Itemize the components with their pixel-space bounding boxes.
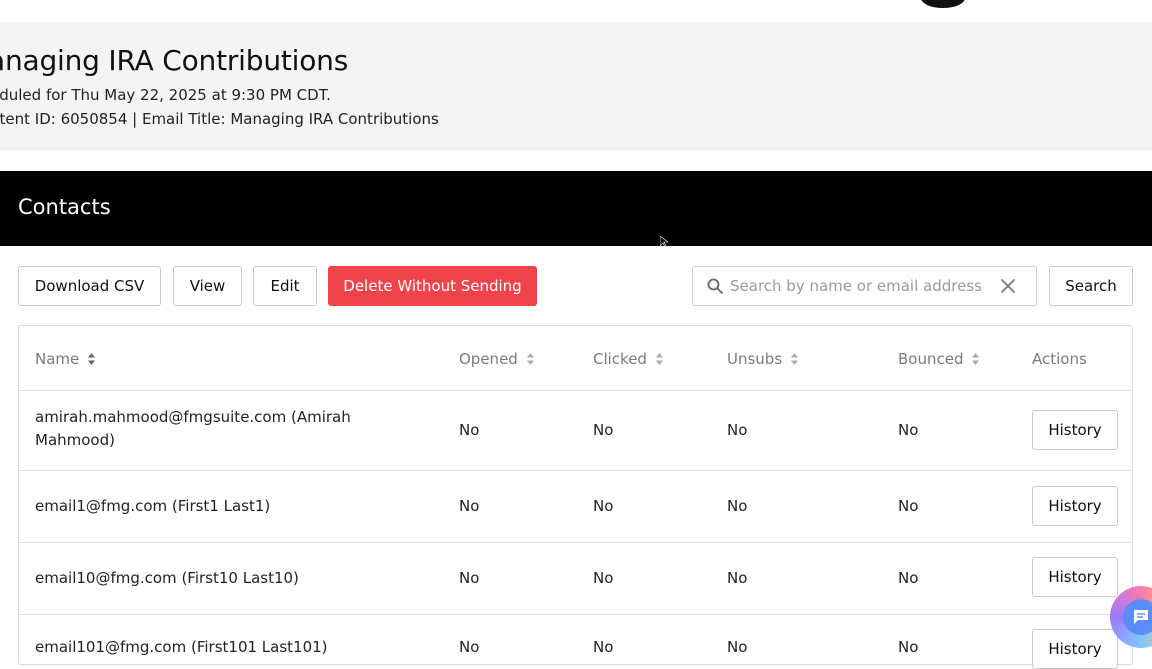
delete-without-sending-button[interactable]: Delete Without Sending — [328, 266, 537, 306]
row-divider — [19, 542, 1132, 543]
column-label: Opened — [459, 350, 518, 368]
row-divider — [19, 390, 1132, 391]
contacts-section-header — [0, 171, 1152, 246]
content-info-text: ntent ID: 6050854 | Email Title: Managin… — [0, 110, 439, 128]
table-row-unsubs: No — [727, 421, 748, 439]
column-header-name[interactable]: Name — [35, 350, 96, 368]
contacts-table: Name Opened Clicked Unsubs Bounced Actio… — [18, 325, 1133, 669]
column-label: Bounced — [898, 350, 964, 368]
table-row-name: email10@fmg.com (First10 Last10) — [35, 569, 299, 587]
table-row-bounced: No — [898, 569, 919, 587]
column-label: Actions — [1032, 350, 1087, 368]
history-button[interactable]: History — [1032, 486, 1118, 526]
column-label: Clicked — [593, 350, 647, 368]
table-row-opened: No — [459, 569, 480, 587]
table-row-bounced: No — [898, 638, 919, 656]
search-icon — [707, 278, 723, 294]
search-placeholder: Search by name or email address — [730, 277, 982, 295]
table-row-name: email1@fmg.com (First1 Last1) — [35, 497, 271, 515]
table-row-bounced: No — [898, 421, 919, 439]
table-row-clicked: No — [593, 497, 614, 515]
view-button[interactable]: View — [173, 266, 242, 306]
edit-button[interactable]: Edit — [253, 266, 317, 306]
contacts-title: Contacts — [18, 195, 111, 219]
column-label: Unsubs — [727, 350, 783, 368]
mouse-cursor-icon — [660, 236, 668, 248]
chat-icon — [1123, 599, 1152, 635]
sort-icon — [526, 353, 534, 365]
sort-icon — [791, 353, 799, 365]
sort-icon — [972, 353, 980, 365]
table-row-clicked: No — [593, 569, 614, 587]
table-row-opened: No — [459, 497, 480, 515]
history-button[interactable]: History — [1032, 629, 1118, 669]
column-header-bounced[interactable]: Bounced — [898, 350, 980, 368]
table-row-bounced: No — [898, 497, 919, 515]
table-row-clicked: No — [593, 421, 614, 439]
row-divider — [19, 470, 1132, 471]
search-button[interactable]: Search — [1049, 266, 1133, 306]
search-input[interactable]: Search by name or email address — [692, 266, 1037, 306]
table-row-opened: No — [459, 421, 480, 439]
table-row-unsubs: No — [727, 638, 748, 656]
page-title: anaging IRA Contributions — [0, 44, 349, 77]
table-row-clicked: No — [593, 638, 614, 656]
download-csv-button[interactable]: Download CSV — [18, 266, 161, 306]
row-divider — [19, 614, 1132, 615]
table-row-name: amirah.mahmood@fmgsuite.com (Amirah Mahm… — [35, 408, 351, 449]
column-header-unsubs[interactable]: Unsubs — [727, 350, 799, 368]
history-button[interactable]: History — [1032, 410, 1118, 450]
sort-icon — [655, 353, 663, 365]
sort-icon — [88, 353, 96, 365]
table-row-unsubs: No — [727, 569, 748, 587]
history-button[interactable]: History — [1032, 557, 1118, 597]
avatar[interactable] — [921, 0, 965, 8]
table-row-name: email101@fmg.com (First101 Last101) — [35, 638, 328, 656]
top-bar — [0, 0, 1152, 22]
table-row-opened: No — [459, 638, 480, 656]
column-header-opened[interactable]: Opened — [459, 350, 535, 368]
column-header-clicked[interactable]: Clicked — [593, 350, 664, 368]
column-header-actions: Actions — [1032, 350, 1087, 368]
column-label: Name — [35, 350, 80, 368]
scheduled-text: eduled for Thu May 22, 2025 at 9:30 PM C… — [0, 86, 331, 104]
table-row-unsubs: No — [727, 497, 748, 515]
close-icon[interactable] — [1000, 278, 1016, 294]
